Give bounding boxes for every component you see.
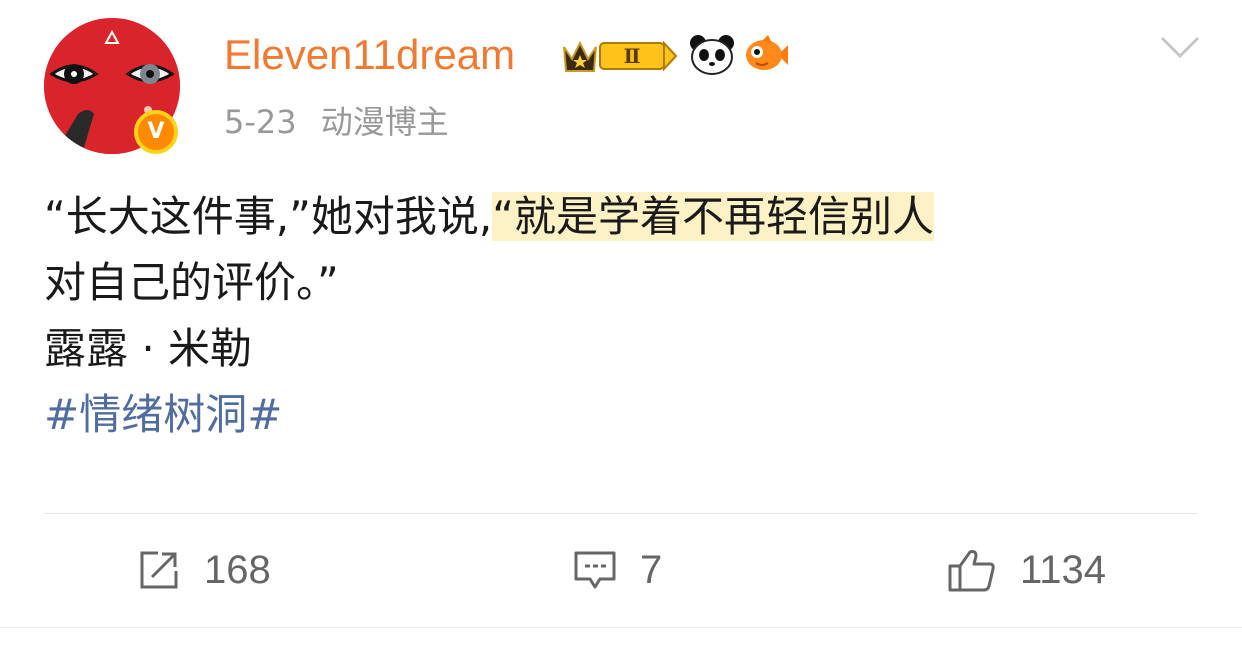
level-text: Ⅱ bbox=[624, 44, 641, 68]
chevron-down-icon[interactable] bbox=[1158, 30, 1202, 66]
crown-level-badge-icon[interactable]: Ⅱ bbox=[558, 33, 682, 77]
divider bbox=[44, 513, 1198, 514]
highlighted-text: “就是学着不再轻信别人 bbox=[492, 192, 934, 241]
goldfish-icon bbox=[746, 35, 788, 70]
bottom-divider bbox=[0, 627, 1242, 628]
post-meta: 5-23 动漫博主 bbox=[224, 100, 463, 144]
verified-badge: V bbox=[134, 110, 178, 154]
post-date: 5-23 bbox=[224, 103, 297, 141]
content-line-2: 对自己的评价。” bbox=[44, 258, 339, 307]
content-line-1: “长大这件事,”她对我说,“就是学着不再轻信别人 bbox=[44, 184, 1204, 250]
panda-icon bbox=[690, 35, 734, 75]
repost-button[interactable]: 168 bbox=[136, 540, 271, 600]
quote-author: 露露 · 米勒 bbox=[44, 324, 253, 373]
post-content: “长大这件事,”她对我说,“就是学着不再轻信别人 对自己的评价。” 露露 · 米… bbox=[44, 184, 1204, 448]
user-badges: Ⅱ bbox=[558, 30, 790, 80]
comment-icon bbox=[574, 551, 616, 589]
repost-icon bbox=[140, 551, 178, 589]
repost-count: 168 bbox=[204, 547, 271, 592]
like-count: 1134 bbox=[1020, 547, 1107, 592]
thumbs-up-icon bbox=[948, 550, 995, 592]
quote-text: “长大这件事,”她对我说, bbox=[44, 192, 493, 241]
author-tag: 动漫博主 bbox=[320, 103, 449, 141]
username[interactable]: Eleven11dream bbox=[224, 30, 515, 80]
action-bar: 168 7 1134 bbox=[0, 540, 1242, 600]
comment-count: 7 bbox=[640, 547, 663, 592]
hashtag-link[interactable]: #情绪树洞# bbox=[44, 382, 1204, 448]
comment-button[interactable]: 7 bbox=[572, 540, 662, 600]
like-button[interactable]: 1134 bbox=[946, 540, 1106, 600]
